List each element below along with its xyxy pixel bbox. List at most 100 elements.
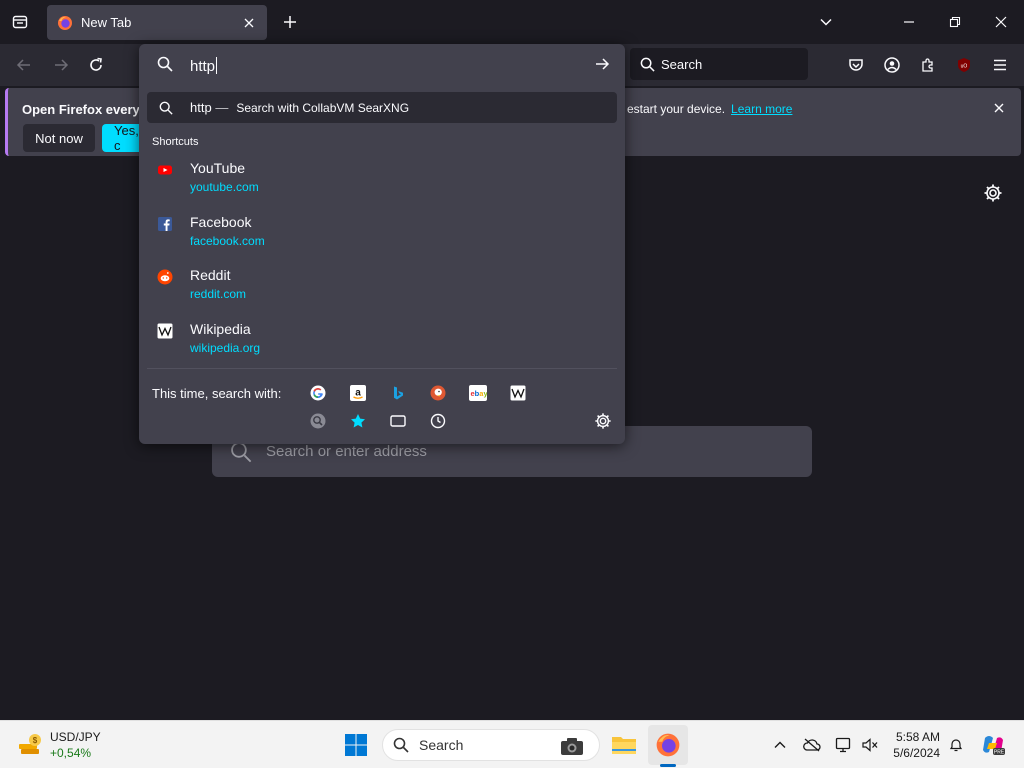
engine-searxng[interactable] — [309, 412, 327, 430]
minimize-button[interactable] — [897, 10, 921, 34]
onedrive-tray-button[interactable] — [802, 735, 822, 755]
account-icon — [884, 57, 900, 73]
suggestion-query: http — — [190, 100, 228, 115]
clock-date[interactable]: 5/6/2024 — [884, 746, 940, 760]
pocket-button[interactable] — [844, 53, 868, 77]
show-hidden-icons-button[interactable] — [770, 735, 790, 755]
camera-icon — [561, 738, 583, 755]
notifications-button[interactable] — [946, 735, 966, 755]
shortcut-item-youtube[interactable]: YouTube youtube.com — [157, 160, 597, 206]
minimize-icon — [904, 21, 914, 23]
search-icon — [159, 101, 173, 115]
close-notification-button[interactable] — [991, 100, 1007, 116]
restore-button[interactable] — [943, 10, 967, 34]
close-tab-button[interactable] — [241, 15, 257, 31]
url-input[interactable]: http — [139, 44, 625, 86]
close-icon — [244, 18, 254, 27]
shortcut-item-facebook[interactable]: Facebook facebook.com — [157, 214, 597, 260]
network-volume-tray-button[interactable] — [860, 735, 880, 755]
display-tray-button[interactable] — [834, 735, 854, 755]
shortcut-name: Wikipedia — [190, 321, 251, 337]
copilot-icon: PRE — [983, 736, 1005, 756]
shortcut-url: facebook.com — [190, 234, 265, 248]
pocket-icon — [849, 59, 863, 71]
close-window-button[interactable] — [989, 10, 1013, 34]
tab-strip: New Tab — [0, 0, 1024, 44]
engine-history[interactable] — [429, 412, 447, 430]
shortcut-item-reddit[interactable]: Reddit reddit.com — [157, 267, 597, 313]
arrow-left-icon — [16, 59, 30, 71]
list-all-tabs-button[interactable] — [814, 10, 838, 34]
firefox-icon — [58, 15, 72, 30]
engine-wikipedia[interactable] — [509, 384, 527, 402]
close-icon — [995, 16, 1007, 28]
history-icon — [430, 413, 446, 429]
engine-bookmarks[interactable] — [349, 412, 367, 430]
engine-bing[interactable] — [389, 384, 407, 402]
url-input-value: http — [190, 57, 218, 75]
taskbar-search-placeholder: Search — [419, 737, 464, 753]
not-now-button[interactable]: Not now — [23, 124, 95, 152]
new-tab-button[interactable] — [278, 10, 302, 34]
engine-duckduckgo[interactable] — [429, 384, 447, 402]
gear-icon[interactable] — [594, 412, 612, 430]
bookmarks-icon — [351, 414, 365, 428]
engine-tabs[interactable] — [389, 412, 407, 430]
widgets-button[interactable]: $ — [16, 731, 44, 759]
bell-icon — [949, 739, 963, 752]
svg-text:$: $ — [33, 736, 38, 745]
taskbar: $ USD/JPY +0,54% Search 5:58 AM 5/6/2024… — [0, 720, 1024, 768]
ebay-icon: ebay — [469, 385, 487, 401]
google-icon — [310, 385, 326, 401]
taskbar-search-box[interactable]: Search — [382, 729, 600, 761]
monitor-icon — [835, 737, 851, 753]
url-input-text: http — [190, 58, 216, 75]
engine-google[interactable] — [309, 384, 327, 402]
svg-text:PRE: PRE — [994, 750, 1005, 756]
shortcut-item-wikipedia[interactable]: Wikipedia wikipedia.org — [157, 321, 597, 367]
search-icon — [640, 57, 655, 72]
active-app-indicator — [660, 764, 676, 767]
copilot-button[interactable]: PRE — [980, 732, 1006, 758]
firefox-view-button[interactable] — [8, 10, 32, 34]
engine-ebay[interactable]: ebay — [469, 384, 487, 402]
youtube-icon — [158, 165, 172, 175]
duckduckgo-icon — [430, 385, 446, 401]
tab-title: New Tab — [81, 15, 132, 30]
windows-logo-icon — [345, 734, 367, 756]
taskbar-file-explorer[interactable] — [608, 729, 640, 761]
back-button[interactable] — [12, 53, 36, 77]
tab-new-tab[interactable]: New Tab — [47, 5, 267, 40]
shortcut-url: youtube.com — [190, 180, 259, 194]
app-menu-button[interactable] — [988, 53, 1012, 77]
toolbar-search-box[interactable]: Search — [630, 48, 808, 80]
suggestion-engine-text: Search with CollabVM SearXNG — [236, 100, 410, 115]
shortcuts-heading: Shortcuts — [152, 136, 199, 148]
ublock-origin-button[interactable]: uO — [952, 53, 976, 77]
notification-message-tail: estart your device. Learn more — [627, 102, 792, 116]
urlbar-dropdown: http http — Search with CollabVM SearXNG… — [139, 44, 625, 444]
engine-amazon[interactable]: a — [349, 384, 367, 402]
wikipedia-icon — [510, 385, 526, 401]
taskbar-firefox[interactable] — [652, 729, 684, 761]
notification-message: Open Firefox every ti — [22, 102, 152, 117]
forward-button[interactable] — [49, 53, 73, 77]
learn-more-link[interactable]: Learn more — [731, 102, 792, 116]
text-caret — [216, 57, 218, 74]
extensions-button[interactable] — [916, 53, 940, 77]
svg-text:uO: uO — [961, 64, 968, 70]
close-icon — [994, 103, 1004, 113]
reload-button[interactable] — [84, 53, 108, 77]
start-button[interactable] — [344, 733, 368, 757]
widget-value: +0,54% — [50, 746, 92, 760]
account-button[interactable] — [880, 53, 904, 77]
wikipedia-icon — [157, 323, 173, 339]
bing-icon — [394, 386, 403, 400]
folder-icon — [612, 737, 636, 754]
search-suggestion-row[interactable]: http — Search with CollabVM SearXNG — [147, 92, 617, 123]
arrow-right-icon[interactable] — [594, 56, 610, 72]
clock-time[interactable]: 5:58 AM — [884, 730, 940, 744]
suggestion-separator: — — [215, 100, 229, 115]
svg-text:ebay: ebay — [471, 389, 488, 398]
gear-icon[interactable] — [983, 183, 1003, 203]
